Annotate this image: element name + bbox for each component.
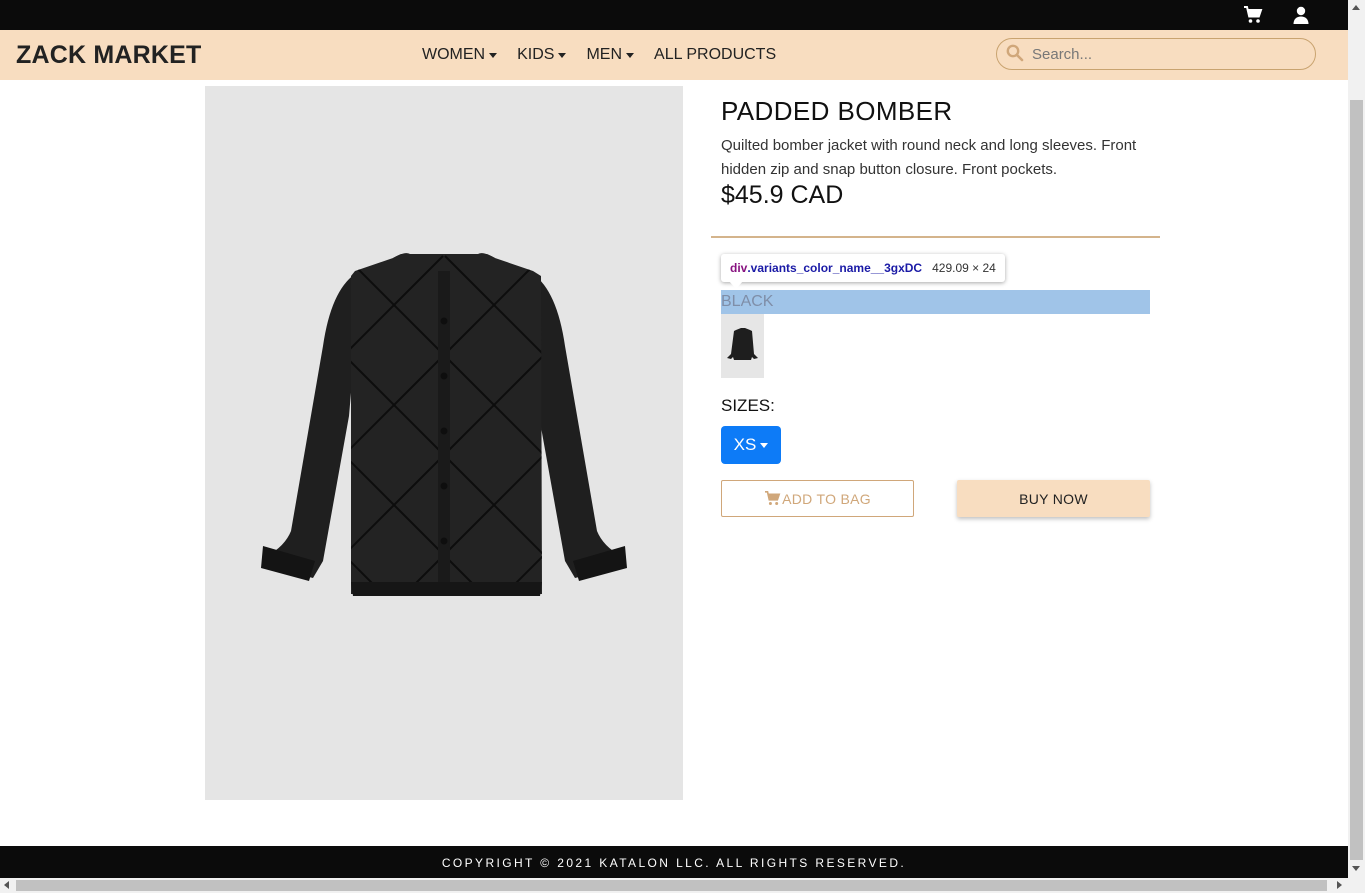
nav-item-label: WOMEN — [422, 46, 486, 63]
tooltip-dimensions: 429.09 × 24 — [932, 261, 996, 275]
product-main-image — [205, 86, 683, 800]
tooltip-class: .variants_color_name__3gxDC — [747, 261, 923, 275]
search-box — [996, 38, 1316, 70]
tooltip-tag: div — [730, 261, 748, 275]
caret-down-icon — [626, 52, 635, 58]
jacket-thumbnail — [727, 328, 758, 360]
nav-item-men[interactable]: MEN — [586, 46, 635, 64]
cart-icon — [764, 491, 781, 506]
vertical-scroll-thumb[interactable] — [1350, 100, 1363, 860]
product-description: Quilted bomber jacket with round neck an… — [721, 137, 1137, 178]
horizontal-scrollbar[interactable] — [0, 878, 1365, 893]
search-icon — [1006, 44, 1024, 62]
selected-size: XS — [733, 435, 757, 454]
scroll-left-icon[interactable] — [4, 881, 9, 889]
product-page: ZACK MARKET WOMEN KIDS MEN ALL PRODUCTS — [0, 0, 1365, 893]
size-dropdown-button[interactable]: XS — [721, 426, 781, 464]
main-navbar: ZACK MARKET WOMEN KIDS MEN ALL PRODUCTS — [0, 30, 1348, 80]
sizes-label: SIZES: — [721, 396, 775, 415]
top-utility-bar — [0, 0, 1348, 30]
horizontal-scroll-thumb[interactable] — [16, 880, 1327, 891]
product-price: $45.9 CAD — [721, 181, 844, 209]
nav-item-all-products[interactable]: ALL PRODUCTS — [654, 46, 776, 64]
add-to-bag-button[interactable]: ADD TO BAG — [721, 480, 914, 517]
inspector-tooltip: div .variants_color_name__3gxDC 429.09 × … — [721, 254, 1005, 282]
buy-now-label: BUY NOW — [1019, 490, 1088, 507]
color-swatch-black[interactable] — [721, 314, 764, 378]
buy-now-button[interactable]: BUY NOW — [957, 480, 1150, 517]
tooltip-arrow — [729, 281, 743, 289]
add-to-bag-label: ADD TO BAG — [782, 490, 871, 507]
nav-item-label: ALL PRODUCTS — [654, 46, 777, 63]
user-icon[interactable] — [1291, 6, 1311, 24]
scroll-right-icon[interactable] — [1337, 881, 1342, 889]
scroll-up-icon[interactable] — [1352, 5, 1360, 10]
caret-down-icon — [489, 52, 498, 58]
nav-item-label: KIDS — [517, 46, 555, 63]
brand-logo[interactable]: ZACK MARKET — [16, 41, 202, 70]
caret-down-icon — [760, 442, 769, 448]
footer: COPYRIGHT © 2021 KATALON LLC. ALL RIGHTS… — [0, 846, 1348, 878]
jacket-image — [261, 253, 627, 596]
vertical-scrollbar[interactable] — [1348, 0, 1365, 878]
scroll-down-icon[interactable] — [1352, 866, 1360, 871]
category-nav: WOMEN KIDS MEN ALL PRODUCTS — [412, 46, 786, 64]
nav-item-label: MEN — [586, 46, 623, 63]
product-title: PADDED BOMBER — [721, 96, 953, 126]
caret-down-icon — [558, 52, 567, 58]
nav-item-women[interactable]: WOMEN — [422, 46, 498, 64]
section-divider — [711, 236, 1160, 238]
nav-item-kids[interactable]: KIDS — [517, 46, 567, 64]
copyright-text: COPYRIGHT © 2021 KATALON LLC. ALL RIGHTS… — [441, 856, 907, 870]
search-input[interactable] — [1032, 43, 1302, 65]
variant-color-name: BLACK — [721, 290, 1150, 314]
cart-icon[interactable] — [1243, 6, 1263, 24]
